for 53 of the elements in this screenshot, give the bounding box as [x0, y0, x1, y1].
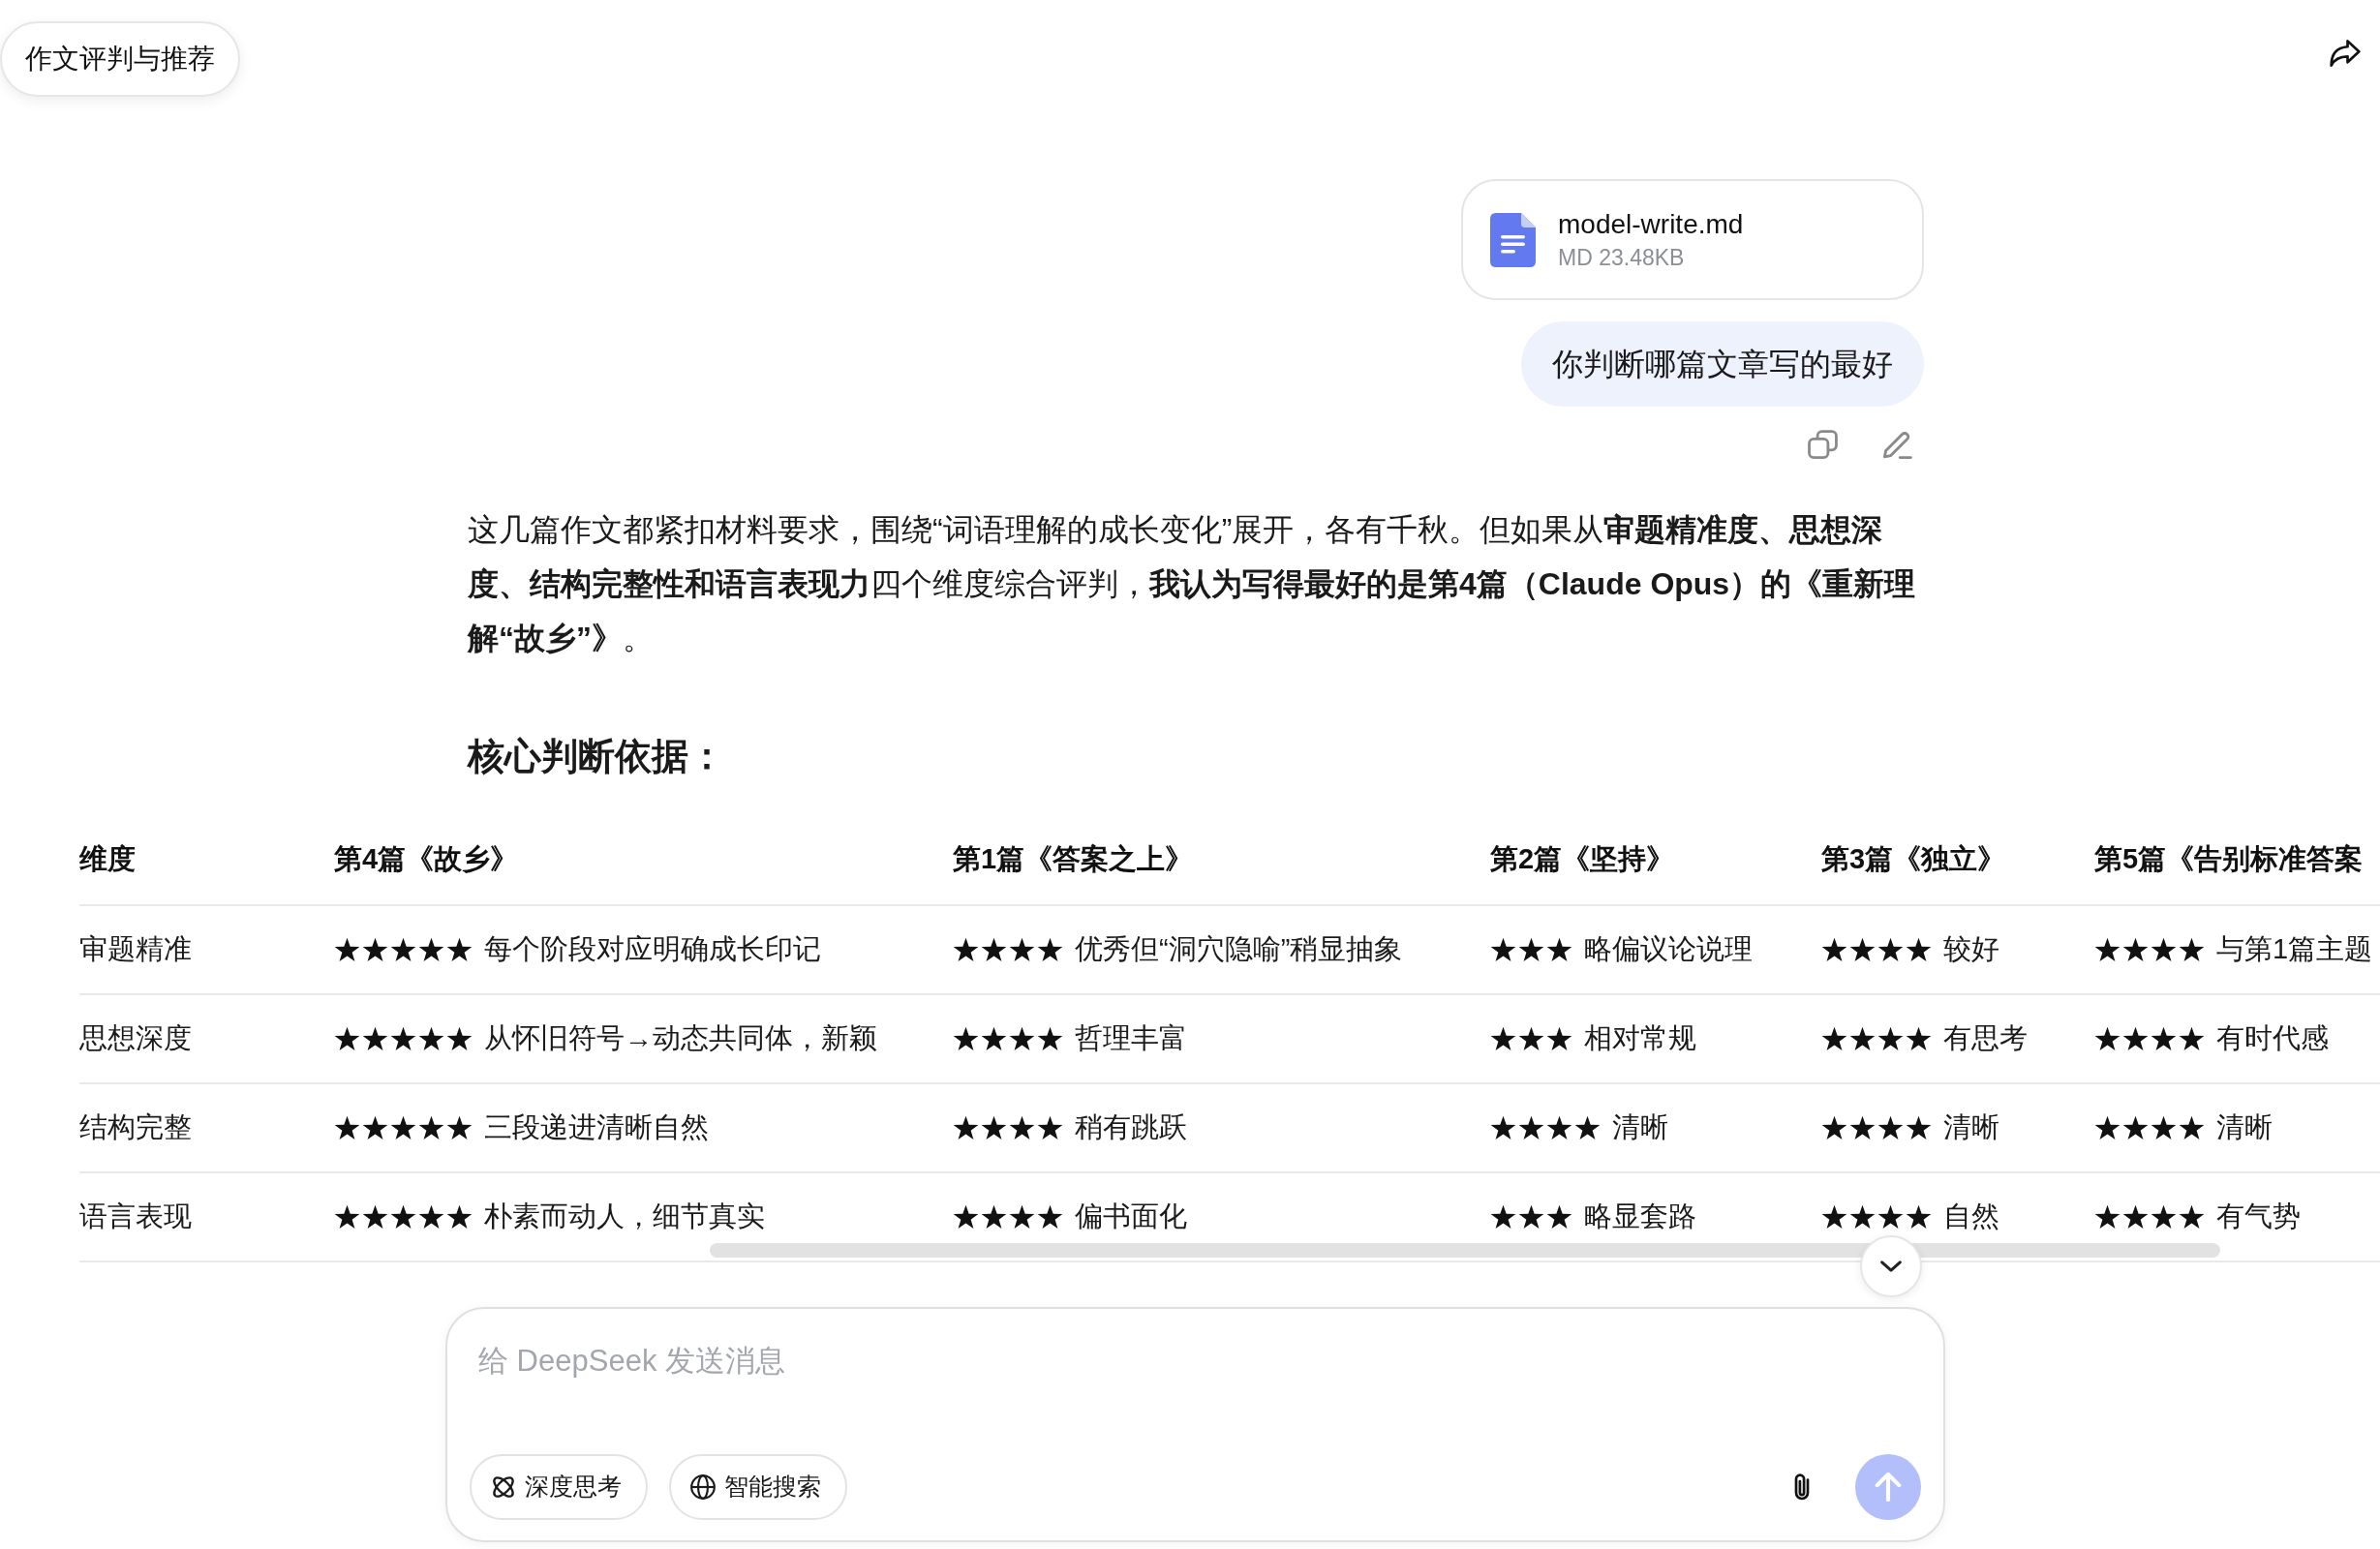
rating-comment: 相对常规 — [1584, 1021, 1696, 1056]
rating-comment: 稍有跳跃 — [1075, 1110, 1187, 1145]
row-label: 语言表现 — [79, 1200, 192, 1234]
rating-comment: 略偏议论说理 — [1584, 932, 1753, 967]
orbit-icon — [491, 1474, 516, 1500]
web-search-toggle[interactable]: 智能搜索 — [669, 1454, 847, 1520]
answer-paragraph: 这几篇作文都紧扣材料要求，围绕“词语理解的成长变化”展开，各有千秋。但如果从审题精准度、思想深度、结构完整性和语言表现力四个维度综合评判，我认为写得最好的是第4篇（Claude Opus）的《重新理解“故乡”》。 — [468, 511, 1917, 657]
rating-comment: 清晰 — [1612, 1110, 1668, 1145]
edit-button[interactable] — [1882, 430, 1912, 460]
rating-comment: 略显套路 — [1584, 1200, 1696, 1234]
rating-comment: 优秀但“洞穴隐喻”稍显抽象 — [1075, 932, 1403, 967]
rating-comment: 有思考 — [1943, 1021, 2028, 1056]
row-label: 思想深度 — [79, 1021, 192, 1056]
copy-button[interactable] — [1808, 430, 1838, 460]
share-button[interactable] — [2330, 38, 2361, 69]
rating-comment: 清晰 — [1943, 1110, 1999, 1145]
rating-comment: 哲理丰富 — [1075, 1021, 1187, 1056]
rating-comment: 较好 — [1943, 932, 1999, 967]
document-icon — [1490, 212, 1536, 267]
column-header: 第3篇《独立》 — [1821, 842, 2006, 877]
chevron-down-icon — [1880, 1260, 1902, 1272]
share-icon — [2330, 38, 2361, 69]
rating-comment: 自然 — [1943, 1200, 1999, 1234]
rating-comment: 从怀旧符号→动态共同体，新颖 — [484, 1021, 877, 1056]
row-label: 结构完整 — [79, 1110, 192, 1145]
rating-comment: 每个阶段对应明确成长印记 — [484, 932, 821, 967]
globe-icon — [690, 1474, 716, 1500]
edit-icon — [1882, 430, 1912, 460]
rating-comment: 有气势 — [2216, 1200, 2301, 1234]
chat-title: 作文评判与推荐 — [0, 21, 240, 97]
column-header: 第1篇《答案之上》 — [953, 842, 1194, 877]
column-header: 第2篇《坚持》 — [1490, 842, 1675, 877]
file-info: MD 23.48KB — [1558, 243, 1686, 272]
rating-comment: 朴素而动人，细节真实 — [484, 1200, 765, 1234]
rating-comment: 与第1篇主题 — [2216, 932, 2373, 967]
message-input[interactable]: 给 DeepSeek 发送消息 — [470, 1340, 1921, 1448]
file-card[interactable]: model-write.md MD 23.48KB — [1461, 179, 1924, 300]
deep-think-toggle[interactable]: 深度思考 — [470, 1454, 648, 1520]
section-heading: 核心判断依据： — [468, 735, 726, 778]
column-header: 第4篇《故乡》 — [334, 842, 519, 877]
row-label: 审题精准 — [79, 932, 192, 967]
file-name: model-write.md — [1558, 207, 1744, 241]
rating-comment: 有时代感 — [2216, 1021, 2329, 1056]
copy-icon — [1808, 430, 1838, 460]
message-composer[interactable]: 给 DeepSeek 发送消息 深度思考 智能搜索 — [445, 1307, 1945, 1542]
rating-comment: 清晰 — [2216, 1110, 2273, 1145]
rating-comment: 三段递进清晰自然 — [484, 1110, 709, 1145]
horizontal-scrollbar[interactable] — [710, 1243, 2220, 1258]
rating-comment: 偏书面化 — [1075, 1200, 1187, 1234]
user-message: 你判断哪篇文章写的最好 — [1521, 321, 1924, 407]
column-header: 维度 — [79, 842, 136, 877]
column-header: 第5篇《告别标准答案 — [2094, 842, 2364, 877]
arrow-up-icon — [1875, 1473, 1902, 1502]
